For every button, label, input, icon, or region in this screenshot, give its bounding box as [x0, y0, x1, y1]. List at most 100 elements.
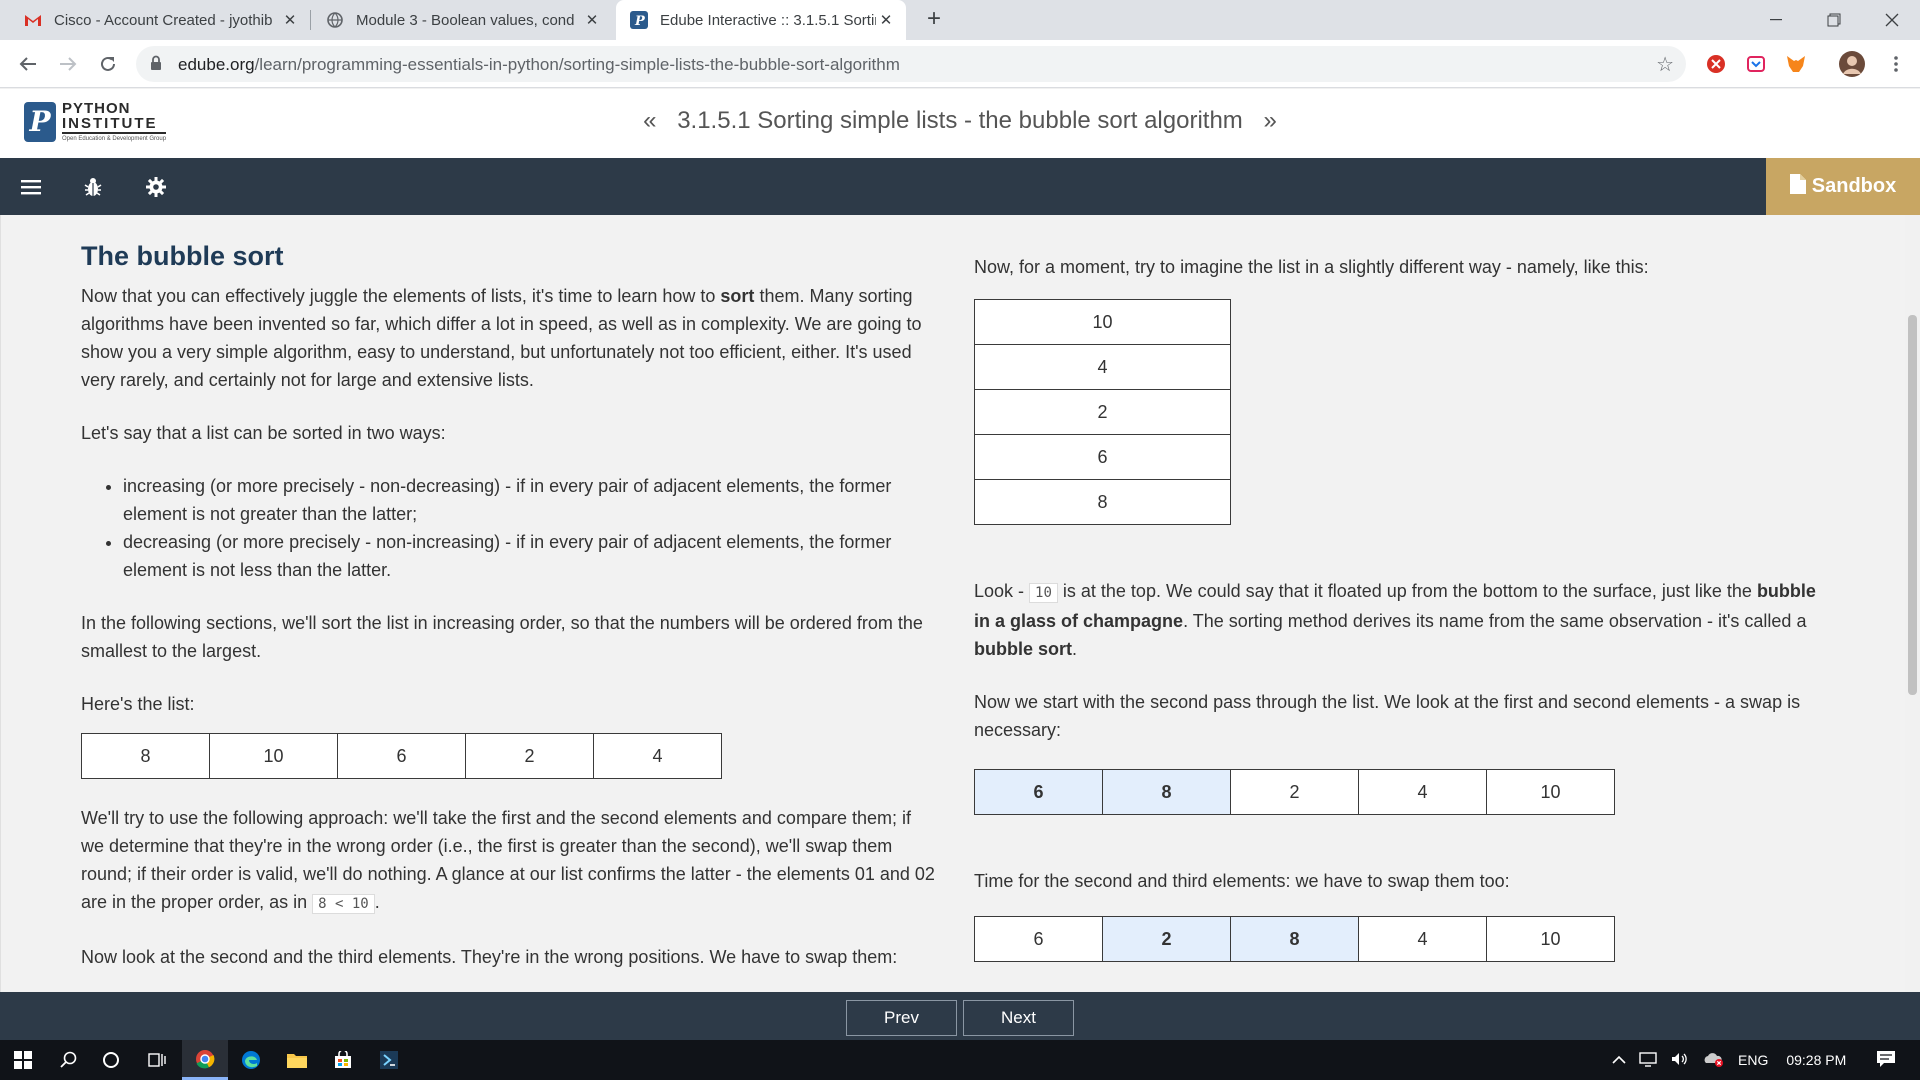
list-cell: 4	[974, 344, 1231, 390]
list-cell: 4	[1358, 916, 1487, 962]
gmail-icon	[24, 11, 42, 29]
second-pass-table: 6 8 2 4 10	[974, 769, 1615, 815]
gear-icon[interactable]	[143, 174, 169, 200]
forward-arrow-icon[interactable]	[54, 50, 82, 78]
table-row: 4	[974, 344, 1231, 390]
reload-icon[interactable]	[94, 50, 122, 78]
show-hidden-icons-chevron-icon[interactable]	[1612, 1052, 1626, 1068]
list-cell: 10	[1486, 769, 1615, 815]
list-cell: 8	[974, 479, 1231, 525]
extension-metamask-icon[interactable]	[1784, 52, 1808, 76]
extension-adblock-icon[interactable]	[1704, 52, 1728, 76]
list-cell: 2	[1230, 769, 1359, 815]
chrome-taskbar-icon[interactable]	[182, 1040, 228, 1080]
heres-the-list-label: Here's the list:	[81, 694, 195, 714]
next-button[interactable]: Next	[963, 1000, 1074, 1036]
profile-avatar[interactable]	[1838, 50, 1866, 78]
table-row: 2	[974, 389, 1231, 435]
extension-pocket-icon[interactable]	[1744, 52, 1768, 76]
page-scrollbar[interactable]	[1905, 215, 1920, 992]
prev-lesson-chevron-icon[interactable]: «	[643, 107, 656, 135]
minimize-icon[interactable]	[1752, 0, 1800, 40]
close-tab-icon[interactable]: ✕	[876, 11, 896, 29]
table-row: 8	[974, 479, 1231, 525]
browser-menu-icon[interactable]	[1884, 52, 1908, 76]
restore-icon[interactable]	[1810, 0, 1858, 40]
cortana-icon[interactable]	[88, 1040, 134, 1080]
lesson-pager: Prev Next	[0, 992, 1920, 1040]
list-cell: 4	[593, 733, 722, 779]
bookmark-star-icon[interactable]: ☆	[1656, 52, 1674, 77]
task-view-icon[interactable]	[134, 1040, 180, 1080]
store-icon[interactable]	[320, 1040, 366, 1080]
windows-start-icon[interactable]	[0, 1040, 46, 1080]
list-cell: 6	[974, 916, 1103, 962]
list-cell: 10	[209, 733, 338, 779]
vertical-list-table: 10 4 2 6 8	[974, 299, 1231, 525]
site-header: P PYTHON INSTITUTE Open Education & Deve…	[0, 89, 1920, 158]
onedrive-error-icon[interactable]	[1702, 1051, 1724, 1070]
page-title: 3.1.5.1 Sorting simple lists - the bubbl…	[677, 107, 1243, 134]
next-lesson-chevron-icon[interactable]: »	[1263, 107, 1276, 135]
python-institute-icon: P	[630, 11, 648, 29]
increasing-order-paragraph: In the following sections, we'll sort th…	[81, 613, 923, 661]
prev-button[interactable]: Prev	[846, 1000, 957, 1036]
file-explorer-icon[interactable]	[274, 1040, 320, 1080]
tab-title: Edube Interactive :: 3.1.5.1 Sortin	[660, 11, 876, 29]
address-bar[interactable]: edube.org/learn/programming-essentials-i…	[136, 46, 1686, 82]
table-row: 10	[974, 299, 1231, 345]
second-third-paragraph: Time for the second and third elements: …	[974, 871, 1510, 891]
list-cell: 6	[337, 733, 466, 779]
sandbox-button[interactable]: Sandbox	[1766, 158, 1920, 215]
system-tray: ENG 09:28 PM	[1612, 1040, 1896, 1080]
language-indicator[interactable]: ENG	[1738, 1052, 1768, 1068]
notifications-icon[interactable]	[1876, 1050, 1896, 1071]
list-cell: 8	[81, 733, 210, 779]
powershell-icon[interactable]	[366, 1040, 412, 1080]
section-heading: The bubble sort	[81, 241, 284, 271]
list-cell: 2	[465, 733, 594, 779]
list-item: decreasing (or more precisely - non-incr…	[123, 528, 936, 584]
highlighted-cell: 2	[1102, 916, 1231, 962]
right-column: Now, for a moment, try to imagine the li…	[974, 215, 1824, 962]
close-window-icon[interactable]	[1868, 0, 1916, 40]
volume-icon[interactable]	[1670, 1051, 1690, 1070]
list-cell: 2	[974, 389, 1231, 435]
browser-tab-module3[interactable]: Module 3 - Boolean values, cond ✕	[312, 0, 612, 40]
edge-taskbar-icon[interactable]	[228, 1040, 274, 1080]
close-tab-icon[interactable]: ✕	[582, 11, 602, 29]
two-ways-paragraph: Let's say that a list can be sorted in t…	[81, 423, 446, 443]
list-cell: 10	[1486, 916, 1615, 962]
close-tab-icon[interactable]: ✕	[280, 11, 300, 29]
lesson-content: The bubble sort Now that you can effecti…	[0, 215, 1905, 992]
table-row: 6 8 2 4 10	[974, 769, 1615, 815]
windows-taskbar: ENG 09:28 PM	[0, 1040, 1920, 1080]
clock[interactable]: 09:28 PM	[1786, 1052, 1846, 1068]
lock-icon[interactable]	[150, 55, 162, 76]
network-icon[interactable]	[1638, 1051, 1658, 1070]
new-tab-button[interactable]: +	[920, 6, 948, 34]
highlighted-cell: 6	[974, 769, 1103, 815]
document-icon	[1789, 173, 1806, 200]
swap-paragraph: Now look at the second and the third ele…	[81, 947, 898, 967]
browser-tab-gmail[interactable]: Cisco - Account Created - jyothib ✕	[10, 0, 310, 40]
left-column: The bubble sort Now that you can effecti…	[81, 215, 936, 971]
bug-icon[interactable]	[80, 174, 106, 200]
svg-text:P: P	[634, 14, 646, 29]
bubble-paragraph: Look - 10 is at the top. We could say th…	[974, 581, 1816, 659]
search-icon[interactable]	[46, 1040, 92, 1080]
browser-toolbar: edube.org/learn/programming-essentials-i…	[0, 40, 1920, 88]
back-arrow-icon[interactable]	[14, 50, 42, 78]
lesson-title-bar: « 3.1.5.1 Sorting simple lists - the bub…	[0, 107, 1920, 135]
browser-tab-edube[interactable]: P Edube Interactive :: 3.1.5.1 Sortin ✕	[616, 0, 906, 40]
hamburger-menu-icon[interactable]	[18, 174, 44, 200]
highlighted-cell: 8	[1102, 769, 1231, 815]
list-cell: 10	[974, 299, 1231, 345]
code-snippet: 8 < 10	[312, 894, 375, 914]
scrollbar-thumb[interactable]	[1908, 315, 1917, 695]
tab-title: Cisco - Account Created - jyothib	[54, 11, 273, 29]
intro-paragraph: Now that you can effectively juggle the …	[81, 286, 922, 390]
tab-title: Module 3 - Boolean values, cond	[356, 11, 575, 29]
list-cell: 6	[974, 434, 1231, 480]
table-row: 8 10 6 2 4	[81, 733, 722, 779]
